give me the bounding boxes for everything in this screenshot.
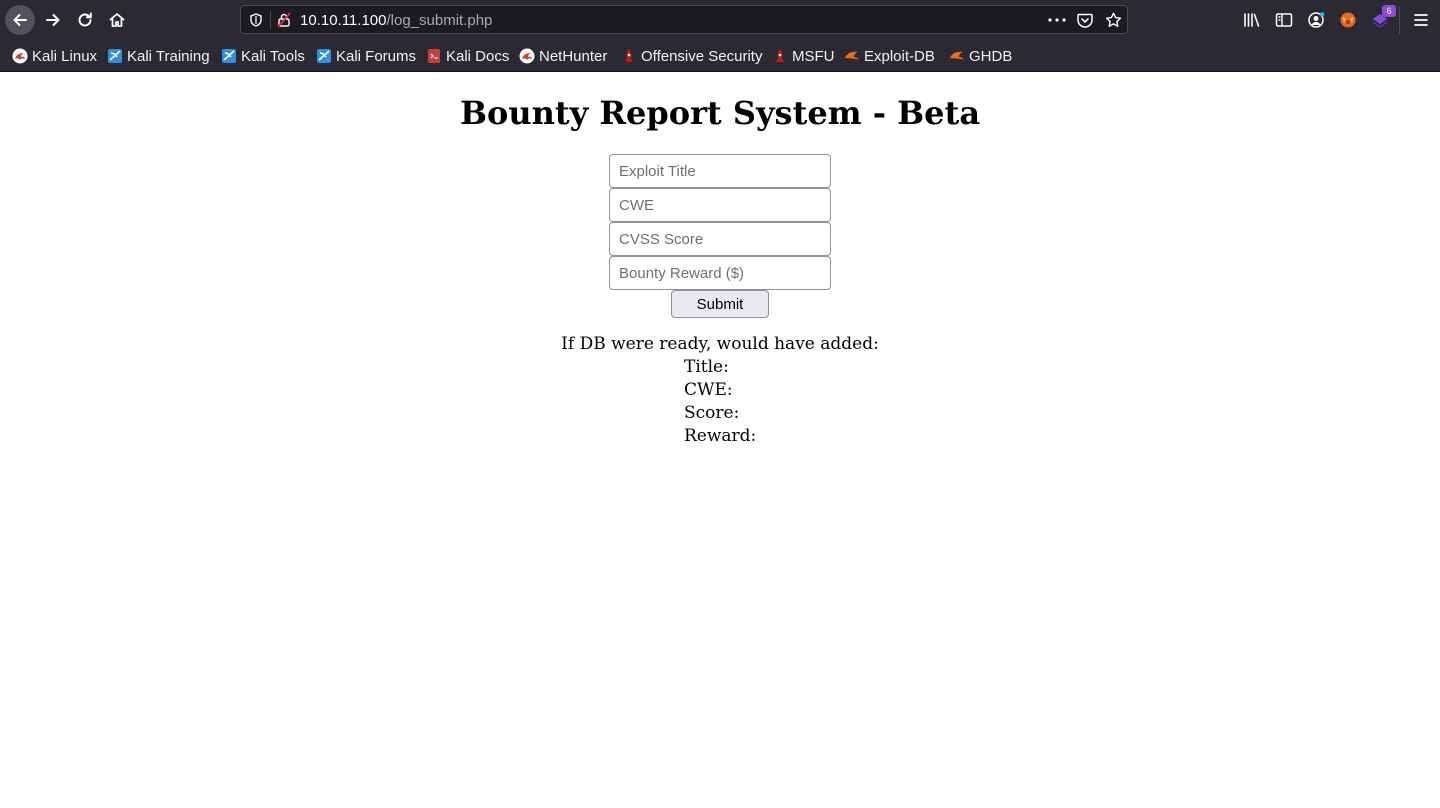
bookmark-msfu[interactable]: MSFU <box>772 46 835 66</box>
bookmarks-toolbar: Kali Linux Kali Training Kali Tools Kali… <box>0 40 1440 72</box>
bookmark-exploit-db[interactable]: Exploit-DB <box>844 46 935 66</box>
back-button[interactable] <box>5 5 35 35</box>
reload-icon <box>78 12 92 27</box>
url-path: /log_submit.php <box>386 12 493 29</box>
kali-forums-icon <box>316 48 332 64</box>
kali-dragon-icon <box>12 48 28 64</box>
bookmark-label: Exploit-DB <box>864 47 935 65</box>
browser-toolbar: 10.10.11.100/log_submit.php 6 <box>0 0 1440 40</box>
bookmark-label: MSFU <box>792 47 835 65</box>
bookmark-label: Kali Tools <box>241 47 305 65</box>
exploit-db-icon <box>844 48 860 64</box>
extension-fox-icon[interactable] <box>1338 10 1358 30</box>
toolbar-divider <box>1399 6 1400 34</box>
page-actions-more-icon[interactable] <box>1048 12 1066 28</box>
extension-count-badge: 6 <box>1382 5 1396 17</box>
bookmark-label: Kali Docs <box>446 47 510 65</box>
account-icon[interactable] <box>1306 10 1326 30</box>
bookmark-kali-forums[interactable]: Kali Forums <box>316 46 416 66</box>
home-button[interactable] <box>102 5 132 35</box>
forward-button[interactable] <box>38 5 68 35</box>
submit-button[interactable]: Submit <box>671 290 769 318</box>
bookmark-kali-tools[interactable]: Kali Tools <box>221 46 305 66</box>
bookmark-label: Kali Linux <box>32 47 98 65</box>
hamburger-menu-icon[interactable] <box>1411 10 1431 30</box>
bookmark-label: GHDB <box>969 47 1013 65</box>
exploit-db-icon <box>949 48 965 64</box>
url-host: 10.10.11.100 <box>300 12 387 29</box>
bookmark-label: Kali Training <box>127 47 210 65</box>
result-heading: If DB were ready, would have added: <box>561 334 879 354</box>
bookmark-kali-docs[interactable]: Kali Docs <box>426 46 509 66</box>
offsec-icon <box>772 48 788 64</box>
result-title-label: Title: <box>684 357 729 377</box>
arrow-right-icon <box>46 14 60 26</box>
bookmark-label: Kali Forums <box>336 47 417 65</box>
sidebar-toggle-icon[interactable] <box>1274 10 1294 30</box>
kali-tools-icon <box>221 48 237 64</box>
bookmark-kali-training[interactable]: Kali Training <box>107 46 210 66</box>
pocket-icon[interactable] <box>1076 12 1094 28</box>
bounty-reward-input[interactable] <box>609 256 831 290</box>
bookmark-nethunter[interactable]: NetHunter <box>519 46 607 66</box>
tracking-shield-icon[interactable] <box>248 12 264 28</box>
bookmark-star-icon[interactable] <box>1104 12 1122 28</box>
exploit-title-input[interactable] <box>609 154 831 188</box>
cwe-input[interactable] <box>609 188 831 222</box>
url-divider <box>270 11 271 29</box>
cvss-score-input[interactable] <box>609 222 831 256</box>
result-cwe-label: CWE: <box>684 380 733 400</box>
kali-docs-icon <box>426 48 442 64</box>
bookmark-ghdb[interactable]: GHDB <box>949 46 1012 66</box>
address-bar[interactable]: 10.10.11.100/log_submit.php <box>240 5 1128 34</box>
kali-training-icon <box>107 48 123 64</box>
arrow-left-icon <box>13 14 27 26</box>
page-title: Bounty Report System - Beta <box>459 94 981 132</box>
library-icon[interactable] <box>1242 10 1262 30</box>
page-content: Bounty Report System - Beta Submit If DB… <box>0 72 1440 808</box>
home-icon <box>109 13 125 27</box>
result-score-label: Score: <box>684 403 740 423</box>
reload-button[interactable] <box>70 5 100 35</box>
offsec-icon <box>621 48 637 64</box>
kali-dragon-icon <box>519 48 535 64</box>
bookmark-label: NetHunter <box>539 47 608 65</box>
bookmark-label: Offensive Security <box>641 47 763 65</box>
insecure-lock-icon[interactable] <box>276 12 292 28</box>
bookmark-kali-linux[interactable]: Kali Linux <box>12 46 97 66</box>
result-reward-label: Reward: <box>684 426 757 446</box>
url-text[interactable]: 10.10.11.100/log_submit.php <box>300 12 492 29</box>
bookmark-offensive-security[interactable]: Offensive Security <box>621 46 762 66</box>
